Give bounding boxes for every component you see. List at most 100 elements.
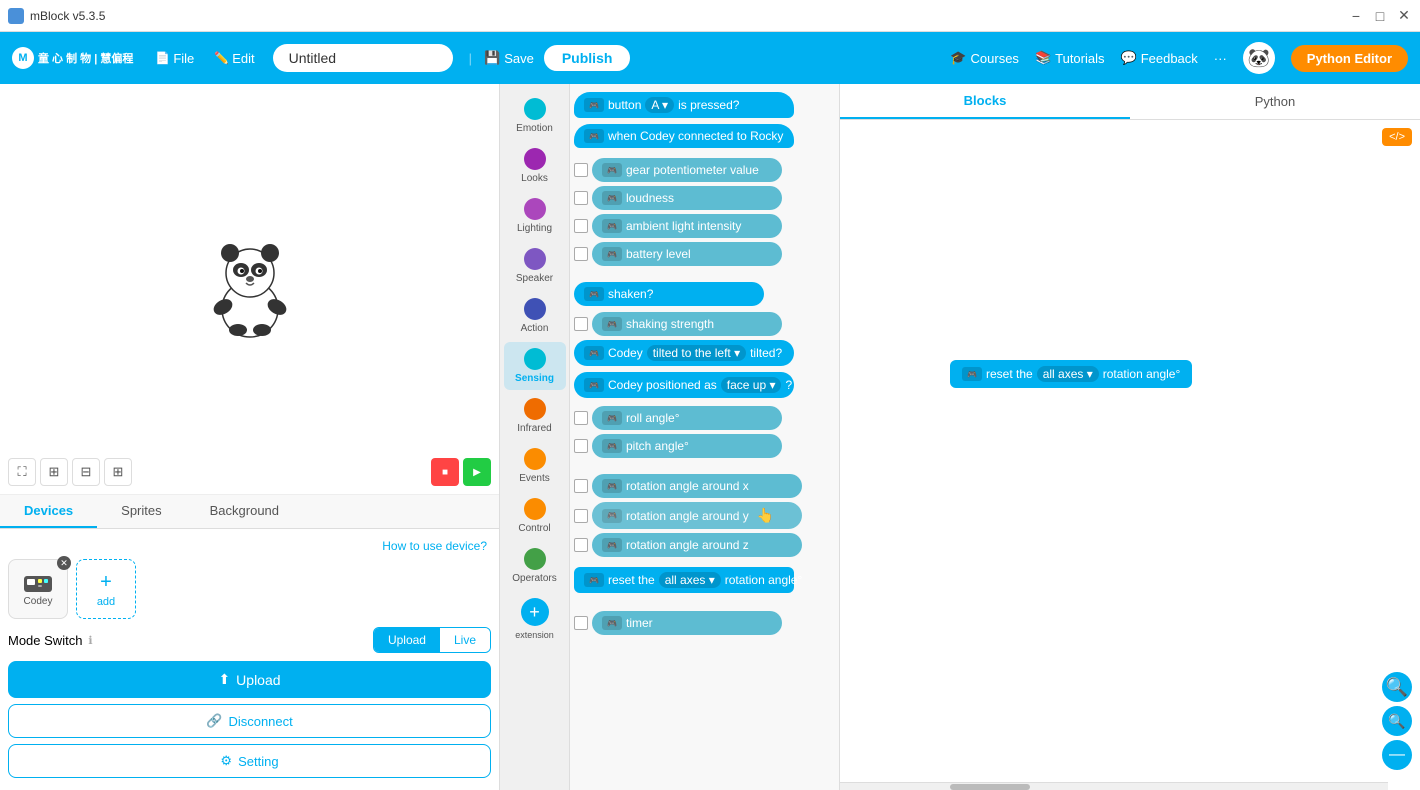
loudness-checkbox[interactable] (574, 191, 588, 205)
shaking-checkbox[interactable] (574, 317, 588, 331)
project-title-input[interactable] (273, 44, 453, 72)
cat-operators[interactable]: Operators (504, 542, 566, 590)
zoom-out-button[interactable]: 🔍 (1382, 706, 1412, 736)
rot-x-checkbox[interactable] (574, 479, 588, 493)
cat-looks[interactable]: Looks (504, 142, 566, 190)
stage-area: ⛶ ⊞ ⊟ ⊞ ■ ▶ (0, 84, 499, 495)
python-editor-button[interactable]: Python Editor (1291, 45, 1408, 72)
pitch-checkbox[interactable] (574, 439, 588, 453)
block-rot-y[interactable]: 🎮 rotation angle around y 👆 (592, 502, 802, 529)
run-button[interactable]: ▶ (463, 458, 491, 486)
title-bar: mBlock v5.3.5 − □ ✕ (0, 0, 1420, 32)
canvas-axes-dropdown[interactable]: all axes ▾ (1037, 366, 1099, 382)
save-button[interactable]: 💾 Save (484, 50, 534, 66)
block-shaken[interactable]: 🎮 shaken? (574, 282, 764, 306)
btn-a-dropdown[interactable]: A ▾ (645, 97, 674, 113)
app-icon (8, 8, 24, 24)
cat-emotion[interactable]: Emotion (504, 92, 566, 140)
live-mode-button[interactable]: Live (440, 628, 490, 652)
close-button[interactable]: ✕ (1396, 8, 1412, 24)
cat-sensing[interactable]: Sensing (504, 342, 566, 390)
battery-checkbox[interactable] (574, 247, 588, 261)
infrared-dot (524, 398, 546, 420)
add-extension-button[interactable]: + (521, 598, 549, 626)
file-menu[interactable]: 📄 File (149, 47, 200, 70)
cat-lighting[interactable]: Lighting (504, 192, 566, 240)
lighting-dot (524, 198, 546, 220)
block-ambient-row: 🎮 ambient light intensity (574, 214, 835, 238)
cat-speaker[interactable]: Speaker (504, 242, 566, 290)
block-rot-z[interactable]: 🎮 rotation angle around z (592, 533, 802, 557)
block-reset-row: 🎮 reset the all axes ▾ rotation angle° (574, 563, 835, 593)
roll-checkbox[interactable] (574, 411, 588, 425)
zoom-in-button[interactable]: 🔍 (1382, 672, 1412, 702)
block-pitch[interactable]: 🎮 pitch angle° (592, 434, 782, 458)
upload-mode-button[interactable]: Upload (374, 628, 440, 652)
minimize-button[interactable]: − (1348, 8, 1364, 24)
block-battery[interactable]: 🎮 battery level (592, 242, 782, 266)
block-roll[interactable]: 🎮 roll angle° (592, 406, 782, 430)
block-rot-x[interactable]: 🎮 rotation angle around x (592, 474, 802, 498)
cat-emotion-label: Emotion (516, 123, 553, 134)
close-device-icon[interactable]: ✕ (57, 556, 71, 570)
tab-devices[interactable]: Devices (0, 495, 97, 528)
publish-button[interactable]: Publish (542, 43, 633, 73)
reset-axes-dropdown[interactable]: all axes ▾ (659, 572, 721, 588)
cat-action[interactable]: Action (504, 292, 566, 340)
block-icon-5: 🎮 (602, 219, 622, 233)
how-to-use-link[interactable]: How to use device? (8, 537, 491, 555)
mode-switch-row: Mode Switch ℹ Upload Live (8, 623, 491, 657)
codey-device-card[interactable]: ✕ Codey (8, 559, 68, 619)
setting-button[interactable]: ⚙ Setting (8, 744, 491, 778)
canvas-reset-block[interactable]: 🎮 reset the all axes ▾ rotation angle° (950, 360, 1192, 388)
maximize-button[interactable]: □ (1372, 8, 1388, 24)
block-timer[interactable]: 🎮 timer (592, 611, 782, 635)
tutorials-link[interactable]: 📚 Tutorials (1035, 50, 1105, 66)
zoom-reset-button[interactable]: — (1382, 740, 1412, 770)
block-icon-7: 🎮 (584, 287, 604, 301)
block-shaking-strength[interactable]: 🎮 shaking strength (592, 312, 782, 336)
block-codey-connected[interactable]: 🎮 when Codey connected to Rocky (574, 124, 794, 148)
tilt-dropdown[interactable]: tilted to the left ▾ (647, 345, 746, 361)
add-device-card[interactable]: + add (76, 559, 136, 619)
timer-checkbox[interactable] (574, 616, 588, 630)
tab-blocks[interactable]: Blocks (840, 84, 1130, 119)
block-icon-14: 🎮 (602, 509, 622, 523)
block-loudness[interactable]: 🎮 loudness (592, 186, 782, 210)
courses-link[interactable]: 🎓 Courses (950, 50, 1019, 66)
tab-background[interactable]: Background (186, 495, 303, 528)
block-rot-y-row: 🎮 rotation angle around y 👆 (574, 502, 835, 529)
horizontal-scrollbar[interactable] (840, 782, 1388, 790)
tile-view-button[interactable]: ⊞ (104, 458, 132, 486)
list-view-button[interactable]: ⊟ (72, 458, 100, 486)
block-icon-9: 🎮 (584, 346, 604, 360)
user-avatar[interactable]: 🐼 (1243, 42, 1275, 74)
block-gear-pot[interactable]: 🎮 gear potentiometer value (592, 158, 782, 182)
position-dropdown[interactable]: face up ▾ (721, 377, 782, 393)
upload-button[interactable]: ⬆ Upload (8, 661, 491, 698)
edit-menu[interactable]: ✏️ Edit (208, 47, 260, 70)
stop-button[interactable]: ■ (431, 458, 459, 486)
grid-view-button[interactable]: ⊞ (40, 458, 68, 486)
fullscreen-button[interactable]: ⛶ (8, 458, 36, 486)
feedback-link[interactable]: 💬 Feedback (1121, 50, 1198, 66)
cat-infrared[interactable]: Infrared (504, 392, 566, 440)
disconnect-button[interactable]: 🔗 Disconnect (8, 704, 491, 738)
block-reset-rot[interactable]: 🎮 reset the all axes ▾ rotation angle° (574, 567, 794, 593)
canvas-block-icon: 🎮 (962, 367, 982, 381)
ambient-checkbox[interactable] (574, 219, 588, 233)
more-menu[interactable]: ··· (1214, 51, 1227, 66)
sprite-tabs: Devices Sprites Background (0, 495, 499, 529)
tab-python[interactable]: Python (1130, 84, 1420, 119)
block-tilted[interactable]: 🎮 Codey tilted to the left ▾ tilted? (574, 340, 794, 366)
block-positioned[interactable]: 🎮 Codey positioned as face up ▾ ? (574, 372, 794, 398)
block-ambient-light[interactable]: 🎮 ambient light intensity (592, 214, 782, 238)
tab-sprites[interactable]: Sprites (97, 495, 185, 528)
rot-z-checkbox[interactable] (574, 538, 588, 552)
gear-checkbox[interactable] (574, 163, 588, 177)
block-btn-pressed[interactable]: 🎮 button A ▾ is pressed? (574, 92, 794, 118)
rot-y-checkbox[interactable] (574, 509, 588, 523)
cat-events[interactable]: Events (504, 442, 566, 490)
info-icon[interactable]: ℹ (88, 634, 92, 647)
cat-control[interactable]: Control (504, 492, 566, 540)
